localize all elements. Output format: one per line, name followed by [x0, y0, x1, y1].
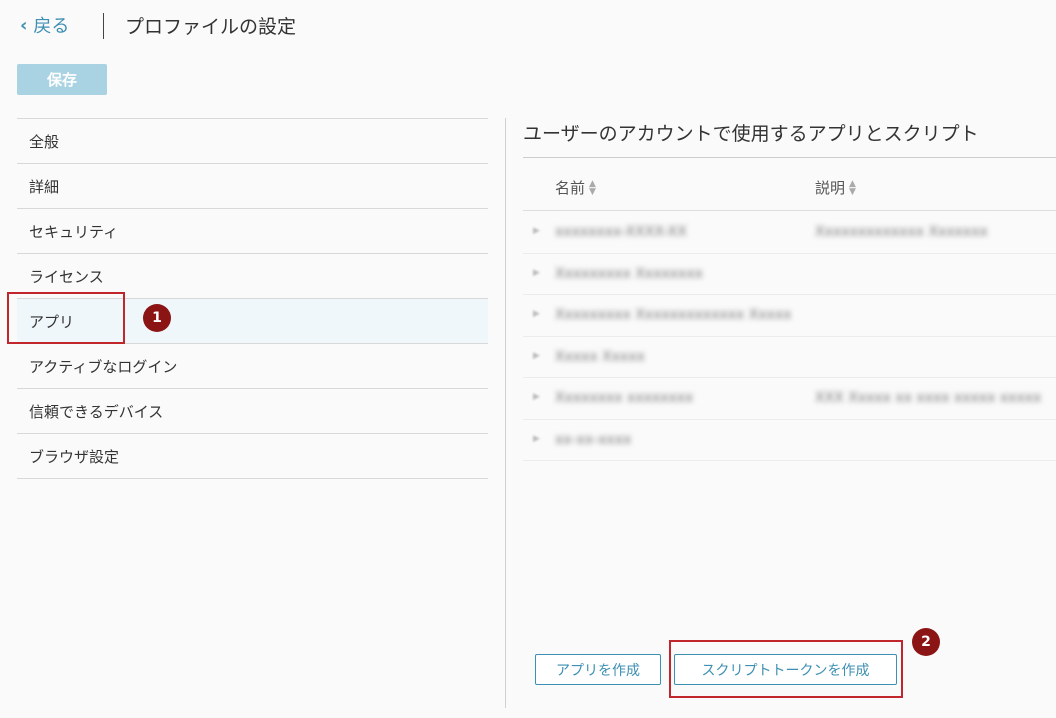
- expand-arrow-icon[interactable]: ▶: [533, 309, 540, 319]
- page-title: プロファイルの設定: [125, 16, 297, 38]
- nav-item-trusted-devices[interactable]: 信頼できるデバイス: [17, 389, 488, 434]
- expand-arrow-icon[interactable]: ▶: [533, 268, 540, 278]
- settings-nav: 全般 詳細 セキュリティ ライセンス アプリ アクティブなログイン 信頼できるデ…: [17, 118, 488, 479]
- expand-arrow-icon[interactable]: ▶: [533, 351, 540, 361]
- table-row[interactable]: ▶ Xxxxxxxxx Xxxxxxxx: [523, 254, 1056, 295]
- sort-icon: ▲ ▼: [849, 178, 856, 197]
- header-divider: [103, 13, 104, 39]
- table-row[interactable]: ▶ xxxxxxxx-XXXX-XX Xxxxxxxxxxxxx Xxxxxxx: [523, 212, 1056, 254]
- table-row[interactable]: ▶ Xxxxxxxxx Xxxxxxxxxxxxx Xxxxx: [523, 295, 1056, 337]
- create-app-button[interactable]: アプリを作成: [535, 654, 661, 685]
- back-link[interactable]: ‹ 戻る: [20, 12, 69, 38]
- row-name: Xxxxx Xxxxx: [555, 348, 645, 365]
- row-name: Xxxxxxxxx Xxxxxxxx: [555, 265, 703, 282]
- section-title: ユーザーのアカウントで使用するアプリとスクリプト: [523, 123, 979, 145]
- nav-item-active-logins[interactable]: アクティブなログイン: [17, 344, 488, 389]
- sort-icon: ▲ ▼: [589, 178, 596, 197]
- nav-item-apps[interactable]: アプリ: [17, 299, 488, 344]
- row-name: Xxxxxxxx xxxxxxxx: [555, 390, 694, 406]
- save-button[interactable]: 保存: [17, 64, 107, 95]
- row-name: xx-xx-xxxx: [555, 431, 632, 448]
- panel-divider: [505, 118, 506, 708]
- row-description: Xxxxxxxxxxxxx Xxxxxxx: [815, 224, 988, 240]
- step-badge-1: 1: [143, 304, 171, 332]
- table-row[interactable]: ▶ Xxxxxxxx xxxxxxxx XXX Xxxxx xx xxxx xx…: [523, 378, 1056, 420]
- column-header-name-label: 名前: [555, 179, 586, 197]
- table-row[interactable]: ▶ Xxxxx Xxxxx: [523, 337, 1056, 378]
- column-header-name[interactable]: 名前 ▲ ▼: [555, 177, 596, 198]
- create-script-token-button[interactable]: スクリプトトークンを作成: [674, 654, 897, 685]
- expand-arrow-icon[interactable]: ▶: [533, 226, 540, 236]
- step-badge-2: 2: [912, 628, 940, 656]
- nav-item-details[interactable]: 詳細: [17, 164, 488, 209]
- table-header: 名前 ▲ ▼ 説明 ▲ ▼: [523, 165, 1056, 211]
- column-header-description-label: 説明: [815, 179, 846, 197]
- table-row[interactable]: ▶ xx-xx-xxxx: [523, 420, 1056, 461]
- expand-arrow-icon[interactable]: ▶: [533, 434, 540, 444]
- section-title-rule: [523, 157, 1056, 158]
- nav-item-security[interactable]: セキュリティ: [17, 209, 488, 254]
- apps-table-body: ▶ xxxxxxxx-XXXX-XX Xxxxxxxxxxxxx Xxxxxxx…: [523, 212, 1056, 461]
- expand-arrow-icon[interactable]: ▶: [533, 392, 540, 402]
- profile-settings-page: ‹ 戻る プロファイルの設定 保存 全般 詳細 セキュリティ ライセンス アプリ…: [0, 0, 1056, 718]
- nav-item-browser-settings[interactable]: ブラウザ設定: [17, 434, 488, 479]
- nav-item-general[interactable]: 全般: [17, 119, 488, 164]
- nav-item-license[interactable]: ライセンス: [17, 254, 488, 299]
- back-label: 戻る: [33, 16, 70, 37]
- header: ‹ 戻る プロファイルの設定: [0, 0, 1056, 50]
- row-name: xxxxxxxx-XXXX-XX: [555, 224, 687, 240]
- column-header-description[interactable]: 説明 ▲ ▼: [815, 177, 856, 198]
- row-name: Xxxxxxxxx Xxxxxxxxxxxxx Xxxxx: [555, 307, 792, 323]
- chevron-left-icon: ‹: [20, 14, 28, 36]
- row-description: XXX Xxxxx xx xxxx xxxxx xxxxx: [815, 390, 1042, 406]
